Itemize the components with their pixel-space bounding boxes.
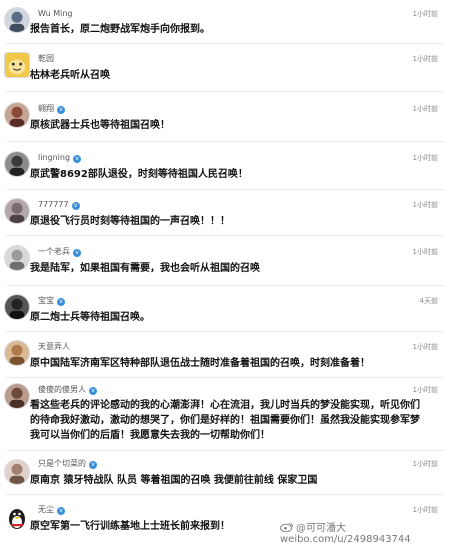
comment-item: 777777 v 1小时前 原退役飞行员时刻等待祖国的一声召唤！！！ <box>0 190 450 236</box>
comment-time: 1小时前 <box>412 248 438 256</box>
person-photo-icon <box>5 199 29 223</box>
person-photo-icon <box>5 460 29 484</box>
watermark-url: weibo.com/u/2498943744 <box>280 534 411 545</box>
user-avatar[interactable] <box>4 198 30 224</box>
person-photo-icon <box>5 384 29 408</box>
comment-time: 1小时前 <box>412 343 438 351</box>
username-text[interactable]: 777777 <box>38 200 69 209</box>
comment-text: 原退役飞行员时刻等待祖国的一声召唤！！！ <box>30 216 230 227</box>
user-avatar[interactable] <box>4 151 30 177</box>
comment-item: 乾园 1小时前 枯林老兵听从召唤 <box>0 44 450 92</box>
verified-badge-icon: v <box>57 298 65 306</box>
username-text[interactable]: 宝宝 <box>38 296 54 305</box>
verified-badge-icon: v <box>73 155 82 163</box>
verified-badge-icon: v <box>73 249 81 257</box>
person-photo-icon <box>5 103 29 127</box>
comment-text: 看这些老兵的评论感动的我的心潮澎湃！心在流泪，我儿时当兵的梦没能实现，听见你们 … <box>30 400 420 441</box>
watermark: @可可潘大 weibo.com/u/2498943744 <box>280 519 445 545</box>
comment-username[interactable]: 无尘 v <box>38 505 65 515</box>
username-text[interactable]: 无尘 <box>38 505 54 514</box>
comment-item: 翱翔 v 1小时前 原核武器士兵也等待祖国召唤！ <box>0 92 450 142</box>
comment-time: 1小时前 <box>412 506 438 514</box>
comment-text: 原二炮士兵等待祖国召唤。 <box>30 312 150 323</box>
verified-badge-icon: v <box>89 461 97 469</box>
comment-text: 枯林老兵听从召唤 <box>30 70 110 81</box>
user-avatar[interactable] <box>4 383 30 409</box>
comment-time: 1小时前 <box>412 105 438 113</box>
user-avatar[interactable] <box>4 294 30 320</box>
comment-item: lingning v 1小时前 原武警8692部队退役，时刻等待祖国人民召唤！ <box>0 142 450 190</box>
comment-username[interactable]: 乾园 <box>38 54 54 64</box>
comment-time: 1小时前 <box>412 201 438 209</box>
comment-text: 原武警8692部队退役，时刻等待祖国人民召唤！ <box>30 169 248 180</box>
comment-text: 报告首长，原二炮野战军炮手向你报到。 <box>30 24 210 35</box>
comment-username[interactable]: 777777 v <box>38 200 80 210</box>
person-photo-icon <box>5 246 29 270</box>
comment-username[interactable]: 翱翔 v <box>38 104 65 114</box>
user-avatar[interactable] <box>4 505 30 531</box>
username-text[interactable]: lingning <box>38 153 70 162</box>
user-avatar[interactable] <box>4 459 30 485</box>
cartoon-face-icon <box>5 53 29 77</box>
verified-badge-icon: v <box>57 507 65 515</box>
comment-username[interactable]: lingning v <box>38 153 82 163</box>
comment-time: 4天前 <box>419 297 438 305</box>
comment-time: 1小时前 <box>412 55 438 63</box>
username-text[interactable]: 乾园 <box>38 54 54 63</box>
comment-time: 1小时前 <box>412 10 438 18</box>
person-photo-icon <box>5 8 29 32</box>
comment-text: 原南京 猿牙特战队 队员 等着祖国的召唤 我便前往前线 保家卫国 <box>30 475 318 486</box>
comment-username[interactable]: Wu Ming <box>38 9 73 19</box>
comment-text: 原核武器士兵也等待祖国召唤！ <box>30 120 170 131</box>
username-text[interactable]: 傻傻的傻男人 <box>38 385 86 394</box>
user-avatar[interactable] <box>4 102 30 128</box>
comment-item: 一个老兵 v 1小时前 我是陆军，如果祖国有需要，我也会听从祖国的召唤 <box>0 236 450 286</box>
comment-username[interactable]: 一个老兵 v <box>38 247 81 257</box>
watermark-handle: @可可潘大 <box>296 523 346 534</box>
username-text[interactable]: 一个老兵 <box>38 247 70 256</box>
person-photo-icon <box>5 295 29 319</box>
comment-username[interactable]: 宝宝 v <box>38 296 65 306</box>
comment-item: 天意弄人 1小时前 原中国陆军济南军区特种部队退伍战士随时准备着祖国的召唤，时刻… <box>0 332 450 378</box>
username-text[interactable]: 天意弄人 <box>38 342 70 351</box>
comment-username[interactable]: 只是个切菜的 v <box>38 459 97 469</box>
user-avatar[interactable] <box>4 7 30 33</box>
comment-time: 1小时前 <box>412 386 438 394</box>
username-text[interactable]: Wu Ming <box>38 9 73 18</box>
verified-badge-icon: v <box>57 106 65 114</box>
comment-text: 我是陆军，如果祖国有需要，我也会听从祖国的召唤 <box>30 263 260 274</box>
comment-username[interactable]: 天意弄人 <box>38 342 70 352</box>
user-avatar[interactable] <box>4 340 30 366</box>
person-photo-icon <box>5 341 29 365</box>
comment-item: 傻傻的傻男人 v 1小时前 看这些老兵的评论感动的我的心潮澎湃！心在流泪，我儿时当… <box>0 378 450 451</box>
weibo-logo-icon <box>280 522 294 533</box>
comment-item: 宝宝 v 4天前 原二炮士兵等待祖国召唤。 <box>0 286 450 332</box>
comment-username[interactable]: 傻傻的傻男人 v <box>38 385 97 395</box>
qq-penguin-icon <box>4 505 30 531</box>
verified-badge-icon: v <box>89 387 97 395</box>
person-photo-icon <box>5 152 29 176</box>
comment-text: 原中国陆军济南军区特种部队退伍战士随时准备着祖国的召唤，时刻准备着！ <box>30 358 370 369</box>
verified-badge-icon: v <box>71 202 80 210</box>
comment-time: 1小时前 <box>412 460 438 468</box>
comment-time: 1小时前 <box>412 154 438 162</box>
username-text[interactable]: 翱翔 <box>38 104 54 113</box>
comment-item: Wu Ming 1小时前 报告首长，原二炮野战军炮手向你报到。 <box>0 0 450 44</box>
user-avatar[interactable] <box>4 52 30 78</box>
username-text[interactable]: 只是个切菜的 <box>38 459 86 468</box>
comment-item: 只是个切菜的 v 1小时前 原南京 猿牙特战队 队员 等着祖国的召唤 我便前往前线… <box>0 451 450 495</box>
user-avatar[interactable] <box>4 245 30 271</box>
